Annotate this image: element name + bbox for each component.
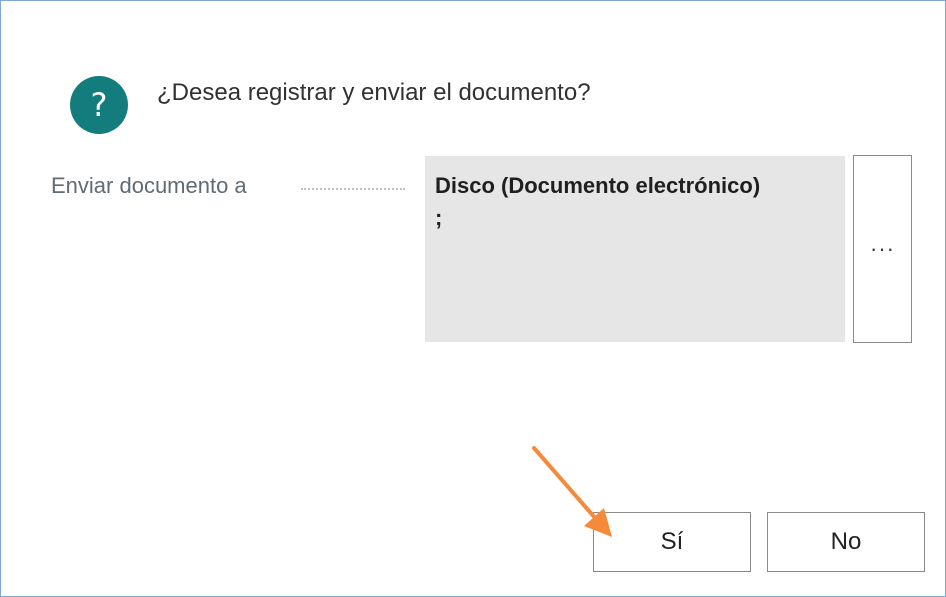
more-options-button[interactable]: ··· bbox=[853, 155, 912, 343]
no-button[interactable]: No bbox=[767, 512, 925, 572]
yes-button[interactable]: Sí bbox=[593, 512, 751, 572]
label-dotted-leader bbox=[301, 188, 405, 190]
dialog-question: ¿Desea registrar y enviar el documento? bbox=[157, 79, 591, 106]
send-document-to-value[interactable]: Disco (Documento electrónico) ; bbox=[425, 156, 845, 342]
question-mark-icon: ? bbox=[70, 76, 128, 134]
send-document-to-label: Enviar documento a bbox=[51, 173, 247, 198]
confirm-dialog: ? ¿Desea registrar y enviar el documento… bbox=[0, 0, 946, 597]
value-line-2: ; bbox=[435, 205, 443, 230]
value-line-1: Disco (Documento electrónico) bbox=[435, 173, 761, 198]
